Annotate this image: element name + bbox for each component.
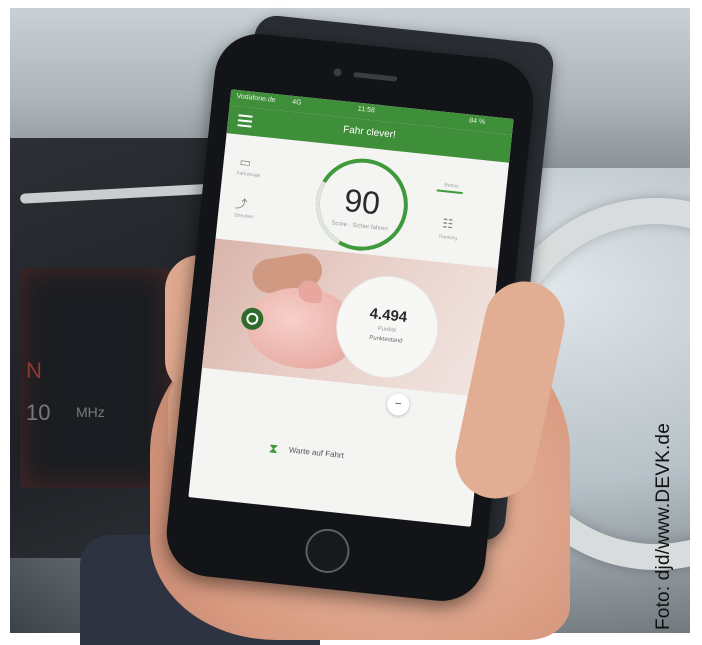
dash-display-freq: 10	[26, 400, 51, 425]
home-button[interactable]	[303, 526, 352, 576]
smartphone: Vodafone.de 4G 11:58 84 % Fahr clever! ▭…	[162, 29, 538, 606]
left-top-caption: Fahrzeuge	[236, 170, 261, 179]
status-carrier: Vodafone.de	[236, 92, 276, 105]
minus-icon[interactable]: −	[386, 392, 411, 417]
status-time: 11:58	[357, 105, 376, 115]
left-bottom-caption: Strecken	[233, 212, 254, 221]
hourglass-icon: ⧗	[268, 440, 279, 457]
wait-text: Warte auf Fahrt	[288, 445, 345, 461]
status-battery: 84 %	[468, 117, 486, 127]
dash-display-unit: MHz	[76, 404, 105, 420]
right-bottom-caption: Ranking	[438, 233, 458, 242]
right-top-caption: Bonus	[444, 182, 459, 190]
front-camera-icon	[333, 67, 342, 77]
wait-status: ⧗ Warte auf Fahrt	[193, 432, 478, 482]
dash-display-char: N	[26, 358, 42, 383]
car-icon[interactable]: ▭	[239, 155, 252, 170]
earpiece-speaker	[353, 72, 398, 82]
photo-credit: Foto: djd/www.DEVK.de	[653, 423, 674, 630]
ranking-icon[interactable]: ☷	[442, 216, 454, 231]
route-icon[interactable]: ⤴	[234, 194, 248, 212]
status-network: 4G	[291, 98, 302, 107]
dashboard-display: N 10 MHz	[20, 268, 170, 488]
bonus-indicator	[436, 189, 463, 195]
